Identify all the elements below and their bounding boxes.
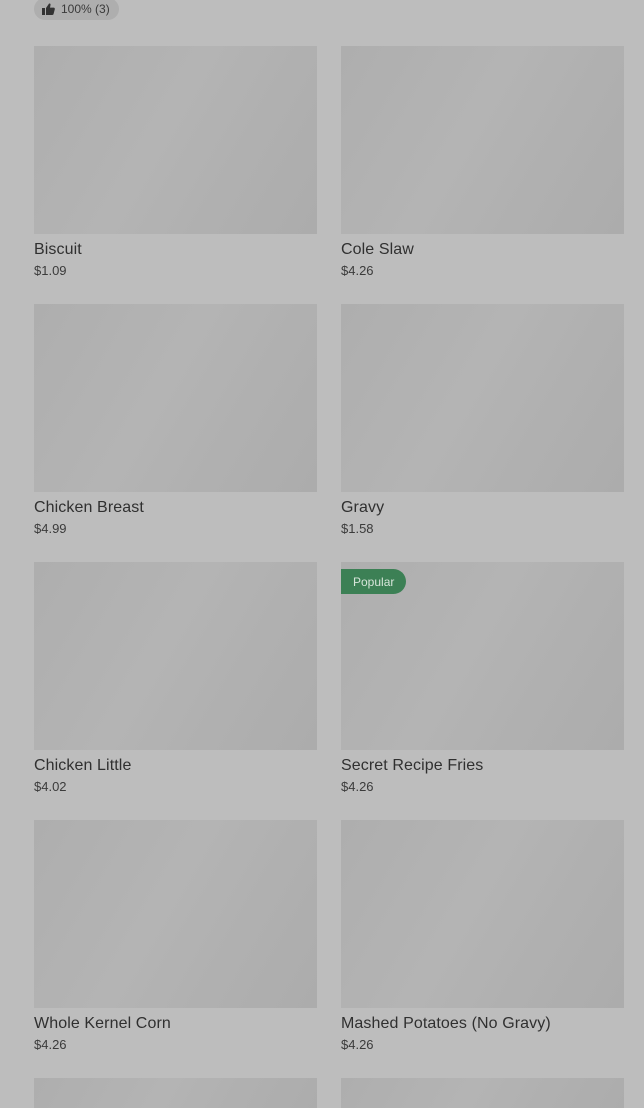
rating-text: 100% (3) xyxy=(61,2,110,16)
menu-item-card[interactable]: Biscuit $1.09 xyxy=(34,46,317,280)
item-name: Mashed Potatoes (No Gravy) xyxy=(341,1015,551,1032)
menu-page: 100% (3) Biscuit $1.09 Cole Slaw $4.26 C… xyxy=(0,0,644,1108)
menu-item-card[interactable]: Gravy $1.58 xyxy=(341,304,624,538)
item-name: Secret Recipe Fries xyxy=(341,757,484,774)
item-name: Biscuit xyxy=(34,241,82,258)
item-image: Popular xyxy=(341,562,624,750)
menu-item-card[interactable]: Chicken Little $4.02 xyxy=(34,562,317,796)
item-price: $4.26 xyxy=(341,263,374,278)
item-price: $1.09 xyxy=(34,263,67,278)
item-price: $4.26 xyxy=(34,1037,67,1052)
popular-badge: Popular xyxy=(341,569,407,594)
rating-badge: 100% (3) xyxy=(34,0,119,20)
item-name: Chicken Little xyxy=(34,757,132,774)
item-image xyxy=(341,304,624,492)
item-name: Whole Kernel Corn xyxy=(34,1015,171,1032)
item-image xyxy=(34,1078,317,1108)
menu-item-card[interactable]: Whole Kernel Corn $4.26 xyxy=(34,820,317,1054)
item-image xyxy=(341,820,624,1008)
item-image xyxy=(34,820,317,1008)
item-price: $4.26 xyxy=(341,1037,374,1052)
item-image xyxy=(34,46,317,234)
menu-item-card[interactable] xyxy=(341,1078,624,1108)
item-name: Gravy xyxy=(341,499,385,516)
menu-items-grid: Biscuit $1.09 Cole Slaw $4.26 Chicken Br… xyxy=(34,46,624,1108)
item-price: $4.26 xyxy=(341,779,374,794)
menu-item-card[interactable]: Chicken Breast $4.99 xyxy=(34,304,317,538)
item-image xyxy=(341,46,624,234)
item-image xyxy=(34,304,317,492)
item-price: $4.02 xyxy=(34,779,67,794)
item-name: Cole Slaw xyxy=(341,241,414,258)
item-name: Chicken Breast xyxy=(34,499,144,516)
menu-item-card[interactable]: Popular Secret Recipe Fries $4.26 xyxy=(341,562,624,796)
item-price: $4.99 xyxy=(34,521,67,536)
item-price: $1.58 xyxy=(341,521,374,536)
menu-item-card[interactable]: Mashed Potatoes (No Gravy) $4.26 xyxy=(341,820,624,1054)
menu-item-card[interactable]: Cole Slaw $4.26 xyxy=(341,46,624,280)
item-image xyxy=(34,562,317,750)
item-image xyxy=(341,1078,624,1108)
menu-item-card[interactable] xyxy=(34,1078,317,1108)
thumbs-up-icon xyxy=(42,3,55,15)
